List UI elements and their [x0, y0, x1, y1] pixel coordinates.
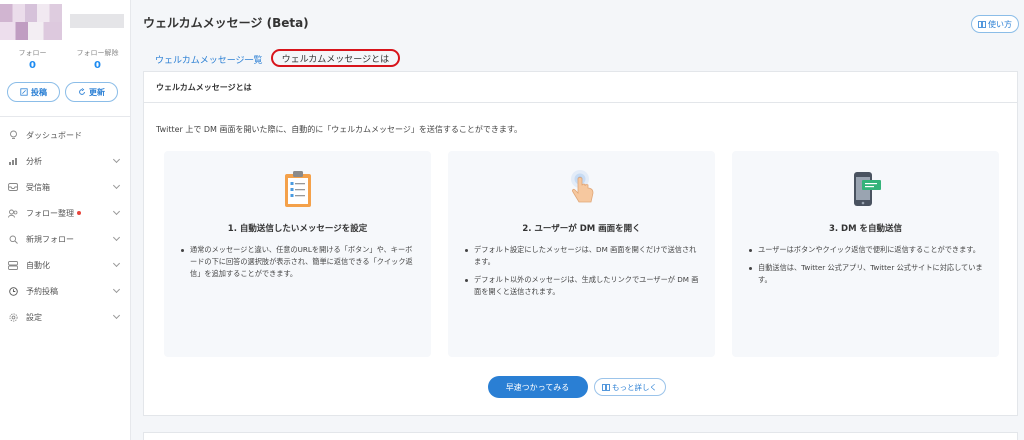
feature-bullet: ユーザーはボタンやクイック返信で便利に返信することができます。 — [746, 244, 986, 256]
sidebar: フォロー 0 フォロー解除 0 投稿 更新 ダッシュボード 分析 受信箱 フォロ… — [0, 0, 131, 440]
chevron-down-icon — [112, 207, 121, 216]
howto-button[interactable]: 使い方 — [971, 15, 1019, 33]
stat-label: フォロー解除 — [76, 49, 119, 57]
search-icon — [8, 234, 18, 244]
bulb-icon — [8, 130, 18, 140]
refresh-button-label: 更新 — [89, 87, 105, 97]
sidebar-item-label: 新規フォロー — [26, 234, 74, 244]
tab-bar: ウェルカムメッセージ一覧 ウェルカムメッセージとは — [153, 49, 401, 68]
learn-more-label: もっと詳しく — [612, 382, 657, 392]
tab-message-list[interactable]: ウェルカムメッセージ一覧 — [153, 50, 265, 68]
inbox-icon — [8, 182, 18, 192]
stat-value: 0 — [94, 60, 101, 71]
chevron-down-icon — [112, 285, 121, 294]
feature-bullet: デフォルト以外のメッセージは、生成したリンクでユーザーが DM 画面を開くと送信… — [462, 274, 702, 298]
sidebar-item-scheduled-posts[interactable]: 予約投稿 — [0, 278, 131, 304]
feature-bullets: ユーザーはボタンやクイック返信で便利に返信することができます。 自動送信は、Tw… — [746, 244, 986, 292]
clipboard-icon — [284, 171, 311, 207]
learn-more-button[interactable]: もっと詳しく — [593, 378, 666, 396]
follow-stats: フォロー 0 フォロー解除 0 — [0, 48, 131, 71]
feature-card-2: 2. ユーザーが DM 画面を開く デフォルト設定にしたメッセージは、DM 画面… — [448, 151, 715, 357]
tap-icon — [570, 170, 593, 203]
sidebar-item-settings[interactable]: 設定 — [0, 304, 131, 330]
sidebar-item-label: ダッシュボード — [26, 130, 82, 140]
tab-about-welcome-message[interactable]: ウェルカムメッセージとは — [270, 49, 401, 67]
sidebar-item-analytics[interactable]: 分析 — [0, 148, 131, 174]
sidebar-item-new-follow[interactable]: 新規フォロー — [0, 226, 131, 252]
profile-header[interactable] — [0, 0, 131, 44]
feature-card-1: 1. 自動送信したいメッセージを設定 通常のメッセージと違い、任意のURLを開け… — [164, 151, 431, 357]
page-title: ウェルカムメッセージ (Beta) — [143, 16, 309, 30]
sidebar-divider — [0, 116, 131, 117]
sidebar-item-follow-cleanup[interactable]: フォロー整理 — [0, 200, 131, 226]
get-started-button[interactable]: 早速つかってみる — [487, 376, 588, 398]
post-button-label: 投稿 — [31, 87, 47, 97]
feature-bullets: 通常のメッセージと違い、任意のURLを開ける「ボタン」や、キーボードの下に回答の… — [178, 244, 418, 286]
bar-chart-icon — [8, 156, 18, 166]
stat-value: 0 — [29, 60, 36, 71]
chevron-down-icon — [112, 311, 121, 320]
avatar[interactable] — [0, 4, 62, 40]
sidebar-item-label: 予約投稿 — [26, 286, 58, 296]
chevron-down-icon — [112, 233, 121, 242]
feature-card-3: 3. DM を自動送信 ユーザーはボタンやクイック返信で便利に返信することができ… — [732, 151, 999, 357]
feature-title: 1. 自動送信したいメッセージを設定 — [227, 224, 368, 234]
sidebar-item-label: 自動化 — [26, 260, 50, 270]
main-content: ウェルカムメッセージ (Beta) 使い方 ウェルカムメッセージ一覧 ウェルカム… — [131, 0, 1024, 440]
refresh-icon — [79, 88, 85, 95]
sidebar-nav: ダッシュボード 分析 受信箱 フォロー整理 新規フォロー 自動化 予約投稿 設定 — [0, 122, 131, 330]
sidebar-item-inbox[interactable]: 受信箱 — [0, 174, 131, 200]
sidebar-item-label: フォロー整理 — [26, 208, 74, 218]
intro-text: Twitter 上で DM 画面を開いた際に、自動的に「ウェルカムメッセージ」を… — [156, 125, 523, 134]
notification-dot — [77, 211, 81, 215]
sidebar-item-label: 分析 — [26, 156, 42, 166]
feature-bullet: デフォルト設定にしたメッセージは、DM 画面を開くだけで送信されます。 — [462, 244, 702, 268]
stat-follow[interactable]: フォロー 0 — [0, 48, 65, 71]
sidebar-actions: 投稿 更新 — [7, 82, 118, 102]
cta-row: 早速つかってみる もっと詳しく — [140, 376, 1013, 398]
howto-label: 使い方 — [988, 19, 1012, 29]
stat-label: フォロー — [18, 49, 47, 57]
book-icon — [978, 20, 986, 28]
clock-icon — [8, 286, 18, 296]
sidebar-item-dashboard[interactable]: ダッシュボード — [0, 122, 131, 148]
feature-title: 2. ユーザーが DM 画面を開く — [522, 224, 641, 234]
feature-bullet: 通常のメッセージと違い、任意のURLを開ける「ボタン」や、キーボードの下に回答の… — [178, 244, 418, 280]
book-icon — [602, 383, 610, 391]
feature-bullet: 自動送信は、Twitter 公式アプリ、Twitter 公式サイトに対応していま… — [746, 262, 986, 286]
about-card: ウェルカムメッセージとは Twitter 上で DM 画面を開いた際に、自動的に… — [143, 71, 1018, 416]
card-heading: ウェルカムメッセージとは — [144, 72, 1017, 103]
sidebar-item-automation[interactable]: 自動化 — [0, 252, 131, 278]
sidebar-item-label: 受信箱 — [26, 182, 50, 192]
users-icon — [8, 208, 18, 218]
next-card-edge — [143, 432, 1018, 440]
sidebar-item-label: 設定 — [26, 312, 42, 322]
feature-title: 3. DM を自動送信 — [828, 224, 903, 234]
post-button[interactable]: 投稿 — [7, 82, 60, 102]
chevron-down-icon — [112, 259, 121, 268]
chevron-down-icon — [112, 181, 121, 190]
gear-icon — [8, 312, 18, 322]
stack-icon — [8, 260, 18, 270]
phone-message-icon — [853, 172, 881, 206]
chevron-down-icon — [112, 155, 121, 164]
stat-unfollow[interactable]: フォロー解除 0 — [65, 48, 130, 71]
feature-bullets: デフォルト設定にしたメッセージは、DM 画面を開くだけで送信されます。 デフォル… — [462, 244, 702, 304]
edit-icon — [20, 88, 28, 96]
refresh-button[interactable]: 更新 — [65, 82, 118, 102]
profile-name-blurred — [70, 14, 124, 28]
